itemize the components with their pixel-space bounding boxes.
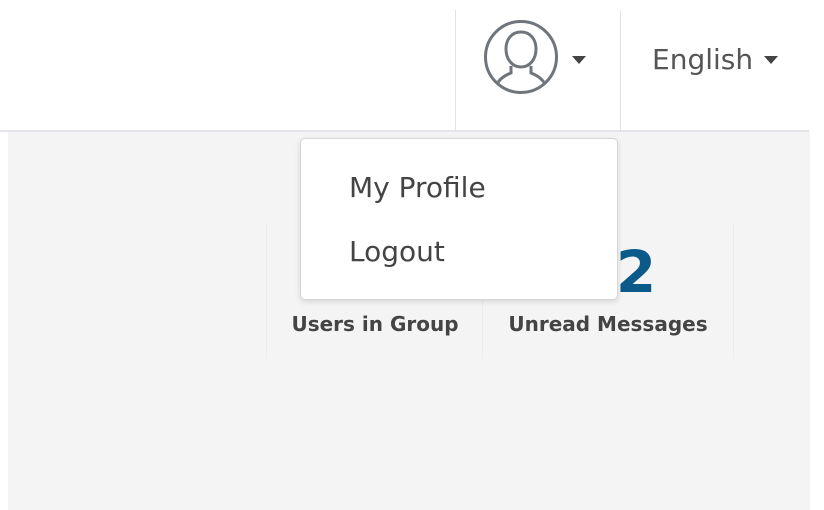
app-root: English Users in Group 2 Unread Messages… bbox=[0, 0, 824, 510]
menu-item-my-profile[interactable]: My Profile bbox=[349, 171, 486, 204]
menu-item-logout[interactable]: Logout bbox=[349, 235, 445, 268]
right-scroll-rail bbox=[810, 0, 824, 510]
stat-label: Unread Messages bbox=[508, 312, 708, 336]
navbar-divider bbox=[620, 10, 621, 130]
caret-down-icon bbox=[572, 56, 586, 64]
top-navbar: English bbox=[0, 0, 809, 132]
user-dropdown-menu: My Profile Logout bbox=[300, 138, 618, 300]
navbar-divider bbox=[455, 10, 456, 130]
language-label: English bbox=[652, 43, 754, 76]
user-menu-toggle[interactable] bbox=[484, 20, 594, 100]
user-avatar-icon bbox=[484, 20, 558, 94]
language-selector[interactable]: English bbox=[652, 42, 778, 78]
caret-down-icon bbox=[764, 56, 778, 64]
stat-label: Users in Group bbox=[291, 312, 459, 336]
